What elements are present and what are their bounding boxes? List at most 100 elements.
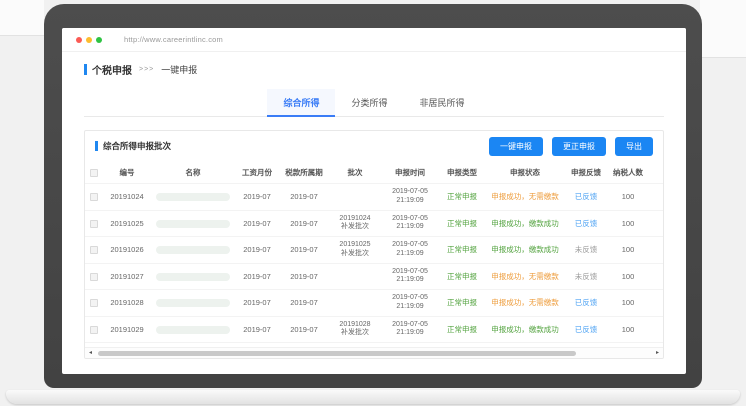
declare-clock: 21:19:09 — [381, 250, 439, 259]
redacted-name — [156, 220, 230, 228]
title-marker — [84, 64, 87, 75]
cell-clipped-value: 11 — [649, 184, 663, 211]
cell-clipped-value: 11 — [649, 290, 663, 317]
col-declare-time: 申报时间 — [381, 161, 439, 184]
cell-id: 20191027 — [103, 263, 151, 290]
cell-status: 申报成功，无需缴款 — [485, 263, 565, 290]
cell-declare-time: 2019-07-05 21:19:09 — [381, 237, 439, 264]
cell-declare-time: 2019-07-05 21:19:09 — [381, 184, 439, 211]
batch-kind: 补发批次 — [329, 329, 381, 338]
declare-date: 2019-07-05 — [381, 215, 439, 224]
window-minimize-icon[interactable] — [86, 37, 92, 43]
cell-taxpayer-count: 100 — [607, 263, 649, 290]
cell-declare-type: 正常申报 — [439, 184, 485, 211]
redacted-name — [156, 326, 230, 334]
cell-name — [151, 237, 235, 264]
cell-status: 申报成功，缴款成功 — [485, 316, 565, 343]
cell-feedback[interactable]: 未反馈 — [565, 237, 607, 264]
col-taxpayer-count: 纳税人数 — [607, 161, 649, 184]
cell-checkbox — [85, 237, 103, 264]
cell-batch — [329, 263, 381, 290]
cell-tax-period: 2019-07 — [279, 263, 329, 290]
redacted-name — [156, 273, 230, 281]
cell-feedback[interactable]: 已反馈 — [565, 316, 607, 343]
tab-comprehensive-income[interactable]: 综合所得 — [267, 89, 335, 117]
panel-title-marker — [95, 141, 98, 151]
breadcrumb-separator: >>> — [139, 66, 154, 73]
cell-tax-period: 2019-07 — [279, 290, 329, 317]
table-row: 20191026 2019-07 2019-07 20191025 补发批次 2… — [85, 237, 663, 264]
batch-kind: 补发批次 — [329, 250, 381, 259]
address-bar-url[interactable]: http://www.careerintlinc.com — [124, 35, 223, 44]
cell-salary-month: 2019-07 — [235, 263, 279, 290]
declare-date: 2019-07-05 — [381, 241, 439, 250]
col-id: 编号 — [103, 161, 151, 184]
cell-declare-time: 2019-07-05 21:19:09 — [381, 290, 439, 317]
row-checkbox[interactable] — [90, 193, 98, 201]
table-row: 20191029 2019-07 2019-07 20191028 补发批次 2… — [85, 316, 663, 343]
cell-feedback[interactable]: 已反馈 — [565, 210, 607, 237]
scroll-right-arrow-icon[interactable]: ▸ — [652, 348, 663, 359]
cell-checkbox — [85, 184, 103, 211]
declare-clock: 21:19:09 — [381, 197, 439, 206]
row-checkbox[interactable] — [90, 326, 98, 334]
table-scroll-area: 编号 名称 工资月份 税款所属期 批次 申报时间 申报类型 申报状态 申报反馈 … — [85, 161, 663, 359]
cell-taxpayer-count: 100 — [607, 316, 649, 343]
col-declare-feedback: 申报反馈 — [565, 161, 607, 184]
col-salary-month: 工资月份 — [235, 161, 279, 184]
window-maximize-icon[interactable] — [96, 37, 102, 43]
horizontal-scrollbar[interactable]: ◂ ▸ — [85, 347, 663, 358]
cell-name — [151, 290, 235, 317]
col-clipped — [649, 161, 663, 184]
cell-clipped-value: 11 — [649, 210, 663, 237]
cell-feedback[interactable]: 未反馈 — [565, 263, 607, 290]
cell-name — [151, 316, 235, 343]
row-checkbox[interactable] — [90, 220, 98, 228]
cell-taxpayer-count: 100 — [607, 210, 649, 237]
cell-name — [151, 184, 235, 211]
cell-batch: 20191024 补发批次 — [329, 210, 381, 237]
cell-feedback[interactable]: 已反馈 — [565, 290, 607, 317]
cell-clipped-value: 11 — [649, 316, 663, 343]
page-title: 个税申报 — [92, 62, 132, 77]
background-card-right — [700, 0, 746, 58]
scrollbar-thumb[interactable] — [98, 351, 576, 356]
row-checkbox[interactable] — [90, 299, 98, 307]
cell-salary-month: 2019-07 — [235, 316, 279, 343]
declare-date: 2019-07-05 — [381, 188, 439, 197]
scroll-left-arrow-icon[interactable]: ◂ — [85, 348, 96, 359]
cell-checkbox — [85, 290, 103, 317]
cell-checkbox — [85, 316, 103, 343]
cell-salary-month: 2019-07 — [235, 210, 279, 237]
declare-date: 2019-07-05 — [381, 268, 439, 277]
page-header: 个税申报 >>> 一键申报 — [84, 62, 664, 77]
col-name: 名称 — [151, 161, 235, 184]
cell-declare-time: 2019-07-05 21:19:09 — [381, 263, 439, 290]
cell-batch: 20191025 补发批次 — [329, 237, 381, 264]
cell-status: 申报成功，无需缴款 — [485, 290, 565, 317]
correct-declare-button[interactable]: 更正申报 — [552, 137, 606, 156]
cell-status: 申报成功，无需缴款 — [485, 184, 565, 211]
cell-feedback[interactable]: 已反馈 — [565, 184, 607, 211]
cell-salary-month: 2019-07 — [235, 237, 279, 264]
tab-classified-income[interactable]: 分类所得 — [335, 89, 403, 116]
row-checkbox[interactable] — [90, 246, 98, 254]
cell-tax-period: 2019-07 — [279, 237, 329, 264]
cell-taxpayer-count: 100 — [607, 237, 649, 264]
cell-salary-month: 2019-07 — [235, 184, 279, 211]
quick-declare-button[interactable]: 一键申报 — [489, 137, 543, 156]
panel-header: 综合所得申报批次 一键申报 更正申报 导出 — [85, 131, 663, 161]
cell-clipped-value: 11 — [649, 237, 663, 264]
row-checkbox[interactable] — [90, 273, 98, 281]
tab-nonresident-income[interactable]: 非居民所得 — [404, 89, 481, 116]
browser-chrome: http://www.careerintlinc.com — [62, 28, 686, 52]
table-body: 20191024 2019-07 2019-07 2019-07-05 21:1… — [85, 184, 663, 360]
cell-name — [151, 263, 235, 290]
window-close-icon[interactable] — [76, 37, 82, 43]
export-button[interactable]: 导出 — [615, 137, 653, 156]
cell-id: 20191024 — [103, 184, 151, 211]
select-all-checkbox[interactable] — [90, 169, 98, 177]
scrollbar-track[interactable] — [96, 348, 652, 359]
batch-panel: 综合所得申报批次 一键申报 更正申报 导出 — [84, 130, 664, 359]
cell-batch — [329, 184, 381, 211]
